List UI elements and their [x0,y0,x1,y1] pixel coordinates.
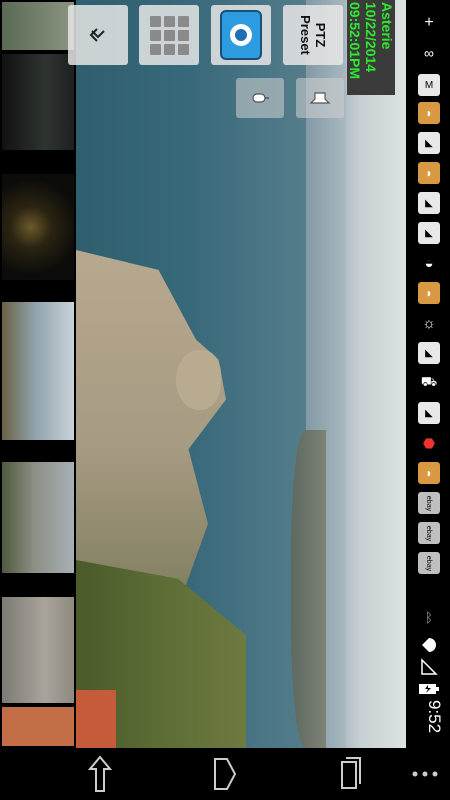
signal-icon [418,656,440,678]
speaker-button[interactable] [296,78,344,118]
ptz-label: PTZ [313,22,328,48]
home-icon [214,758,237,790]
bluetooth-icon: ᛒ [425,609,433,625]
menu-dots-button[interactable] [405,754,445,794]
collapse-menu-button[interactable] [68,5,128,65]
feed-promontory [176,350,221,410]
feed-far-coast [291,430,326,748]
flag-icon: ◣ [418,192,440,214]
camera-thumbnail-1[interactable] [0,0,76,52]
notification-icon: ◗ [418,162,440,184]
menu-dots-icon [412,771,438,777]
notification-icon: ◗ [418,462,440,484]
status-bar: + ∞ M ◗ ◣ ◗ ◣ ◣ ◒ ◗ ☼ ◣ ⛟ ◣ ⬣ ◗ ebay eba… [407,0,450,748]
collapse-chevron-icon [89,28,105,42]
feed-roof [76,690,116,748]
camera-thumbnail-3[interactable] [0,172,76,282]
usb-icon: ⬣ [422,434,436,451]
ptz-preset-button[interactable]: PTZ Preset [283,5,343,65]
flag-icon: ◣ [418,402,440,424]
battery-icon [418,678,440,700]
camera-thumbnail-5[interactable] [0,460,76,575]
camera-thumbnail-7[interactable] [0,705,76,748]
camera-thumbnail-2[interactable] [0,52,76,152]
camera-thumbnail-6[interactable] [0,595,76,705]
camera-date: 10/22/2014 [363,2,379,73]
flag-icon: ◣ [418,132,440,154]
cart-icon: ⛟ [420,374,438,389]
status-clock: 9:52 [425,700,444,734]
record-button[interactable] [211,5,271,65]
sun-icon: ☼ [422,314,436,332]
back-button[interactable] [80,754,120,794]
back-icon [87,755,113,792]
notification-icon: ◗ [418,102,440,124]
navigation-bar [0,748,450,800]
shell-icon: ◒ [424,254,434,272]
camera-thumbnail-4[interactable] [0,300,76,442]
home-button[interactable] [205,754,245,794]
flag-icon: ◣ [418,222,440,244]
ebay-icon: ebay [418,522,440,544]
record-icon [220,10,262,60]
ebay-icon: ebay [418,492,440,514]
camera-info-box: Asterie 10/22/2014 09:52:01PM [347,0,395,95]
camera-time: 09:52:01PM [347,2,363,80]
gmail-icon: M [418,74,440,96]
grid-view-button[interactable] [139,5,199,65]
preset-label: Preset [298,15,313,55]
notification-icon: ◗ [418,282,440,304]
ebay-icon: ebay [418,552,440,574]
wifi-icon [418,634,440,656]
microphone-button[interactable] [236,78,284,118]
add-icon: + [424,14,434,31]
flag-icon: ◣ [418,342,440,364]
link-icon: ∞ [424,45,434,61]
grid-view-icon [149,15,189,55]
speaker-icon [309,92,331,104]
camera-thumbnail-strip [0,0,76,748]
recent-apps-icon [341,757,361,789]
microphone-icon [252,93,269,103]
recent-apps-button[interactable] [330,754,370,794]
camera-name: Asterie [379,2,395,50]
